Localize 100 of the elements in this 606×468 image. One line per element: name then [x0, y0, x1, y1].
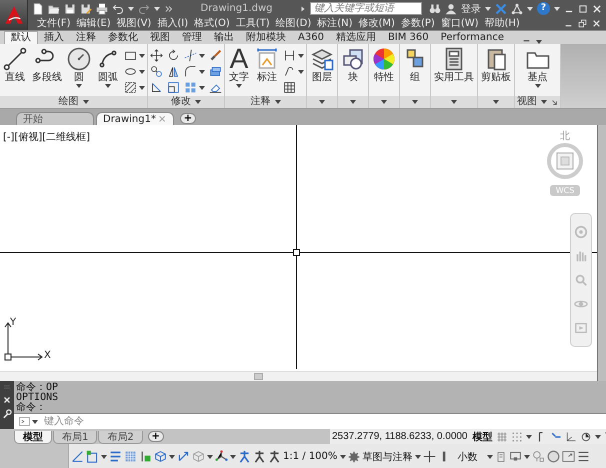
caret-icon[interactable] — [493, 100, 499, 104]
tool-button[interactable] — [209, 48, 222, 63]
caret-icon[interactable] — [485, 6, 491, 10]
caret-icon[interactable] — [207, 454, 213, 458]
menu-item[interactable]: 格式(O) — [194, 17, 230, 30]
tool-button[interactable]: 多段线 — [31, 47, 63, 83]
tool-button[interactable] — [150, 80, 163, 95]
tool-button[interactable] — [167, 80, 180, 95]
ribbon-tab[interactable]: BIM 360 — [382, 31, 435, 44]
annotation-scale-button[interactable]: 1:1 / 100% — [283, 451, 346, 462]
tool-button[interactable] — [184, 80, 205, 95]
square-icon[interactable] — [139, 450, 152, 463]
caret-icon[interactable] — [105, 84, 111, 88]
caret-icon[interactable] — [298, 54, 304, 58]
caret-icon[interactable] — [139, 70, 145, 74]
double-chevron-icon[interactable] — [164, 4, 174, 14]
selection-box-icon[interactable] — [86, 450, 99, 463]
ribbon-tab[interactable]: Performance — [434, 31, 510, 44]
ribbon-tab[interactable]: A360 — [292, 31, 330, 44]
dialog-launcher-icon[interactable] — [551, 98, 558, 106]
close-icon[interactable] — [592, 19, 601, 28]
viewport-controls-label[interactable]: [-][俯视][二维线框] — [3, 130, 90, 144]
caret-icon[interactable] — [298, 70, 304, 74]
caret-icon[interactable] — [412, 100, 418, 104]
command-line-bar[interactable]: 键入命令 — [14, 413, 606, 429]
menu-item[interactable]: 插入(I) — [157, 17, 188, 30]
help-button[interactable]: ? — [537, 2, 550, 15]
caret-icon[interactable] — [487, 454, 494, 458]
caret-icon[interactable] — [236, 84, 242, 88]
ribbon-tab[interactable]: 参数化 — [102, 31, 144, 44]
caret-icon[interactable] — [319, 100, 325, 104]
caret-icon[interactable] — [350, 100, 356, 104]
user-silhouette-icon[interactable] — [445, 2, 457, 14]
monitor-icon[interactable] — [509, 450, 522, 463]
caret-icon[interactable] — [169, 454, 175, 458]
network-icon[interactable] — [511, 2, 523, 14]
tool-button[interactable] — [167, 48, 180, 63]
caret-icon[interactable] — [101, 454, 107, 458]
units-button[interactable]: 小数 — [457, 450, 494, 464]
menu-item[interactable]: 帮助(H) — [484, 17, 520, 30]
model-space-button[interactable]: 模型 — [472, 430, 492, 444]
tool-button[interactable] — [184, 48, 205, 63]
caret-icon[interactable] — [32, 420, 38, 424]
caret-icon[interactable] — [76, 84, 82, 88]
ribbon-tab[interactable]: 注释 — [70, 31, 102, 44]
caret-icon[interactable] — [230, 454, 236, 458]
ribbon-tab[interactable]: 视图 — [144, 31, 176, 44]
tool-button[interactable] — [184, 64, 205, 79]
fullscreen-icon[interactable] — [562, 450, 576, 463]
caret-icon[interactable] — [415, 454, 422, 458]
caret-icon[interactable] — [195, 100, 201, 104]
caret-icon[interactable] — [139, 86, 145, 90]
menu-item[interactable]: 修改(M) — [358, 17, 395, 30]
caret-icon[interactable] — [526, 434, 532, 438]
tool-button[interactable]: 特性 — [371, 47, 397, 83]
new-tab-button[interactable]: + — [180, 113, 196, 124]
scrollbar-thumb[interactable] — [254, 373, 263, 380]
menu-item[interactable]: 参数(P) — [400, 17, 435, 30]
caret-icon[interactable] — [527, 6, 533, 10]
undo-icon[interactable] — [112, 2, 124, 14]
tool-button[interactable]: 基点 — [524, 47, 550, 88]
caret-icon[interactable] — [381, 100, 387, 104]
menu-item[interactable]: 窗口(W) — [440, 17, 479, 30]
figure-icon[interactable] — [268, 450, 281, 463]
restore-icon[interactable] — [578, 19, 587, 28]
grid-icon[interactable] — [496, 430, 508, 442]
figure-icon[interactable] — [238, 450, 251, 463]
ribbon-tab[interactable]: 默认 — [4, 31, 38, 44]
tool-button[interactable]: 圆 — [66, 47, 92, 88]
document-tab[interactable]: 开始 — [16, 112, 94, 125]
caret-icon[interactable] — [594, 434, 600, 438]
menu-item[interactable]: 编辑(E) — [76, 17, 111, 30]
tool-button[interactable] — [150, 48, 163, 63]
redo-icon[interactable] — [138, 2, 150, 14]
caret-icon[interactable] — [340, 454, 346, 458]
axes-icon[interactable] — [564, 430, 576, 442]
grip-icon[interactable] — [2, 383, 12, 391]
save-icon[interactable] — [64, 2, 76, 14]
new-file-icon[interactable] — [32, 2, 44, 14]
tool-button[interactable]: 直线 — [2, 47, 28, 83]
layout-tab[interactable]: 布局2 — [98, 431, 143, 444]
clock-icon[interactable] — [580, 430, 592, 442]
tool-button[interactable]: 组 — [402, 47, 428, 83]
sign-in-link[interactable]: 登录 — [461, 2, 481, 16]
close-icon[interactable] — [2, 395, 12, 405]
caret-icon[interactable] — [534, 84, 540, 88]
caret-icon[interactable] — [199, 54, 205, 58]
document-tab[interactable]: Drawing1* × — [96, 112, 174, 125]
menu-item[interactable]: 工具(T) — [236, 17, 270, 30]
axes-icon[interactable] — [215, 450, 228, 463]
ribbon-tab[interactable]: 精选应用 — [330, 31, 382, 44]
angle-icon[interactable] — [71, 450, 84, 463]
menu-item[interactable]: 文件(F) — [37, 17, 71, 30]
caret-right-icon[interactable] — [299, 4, 307, 12]
caret-icon[interactable] — [554, 6, 560, 10]
tool-button[interactable]: 实用工具 — [433, 47, 475, 83]
caret-icon[interactable] — [524, 454, 530, 458]
binoculars-icon[interactable] — [429, 2, 441, 14]
arrow-icon[interactable] — [177, 450, 190, 463]
application-menu-button[interactable] — [0, 0, 28, 30]
